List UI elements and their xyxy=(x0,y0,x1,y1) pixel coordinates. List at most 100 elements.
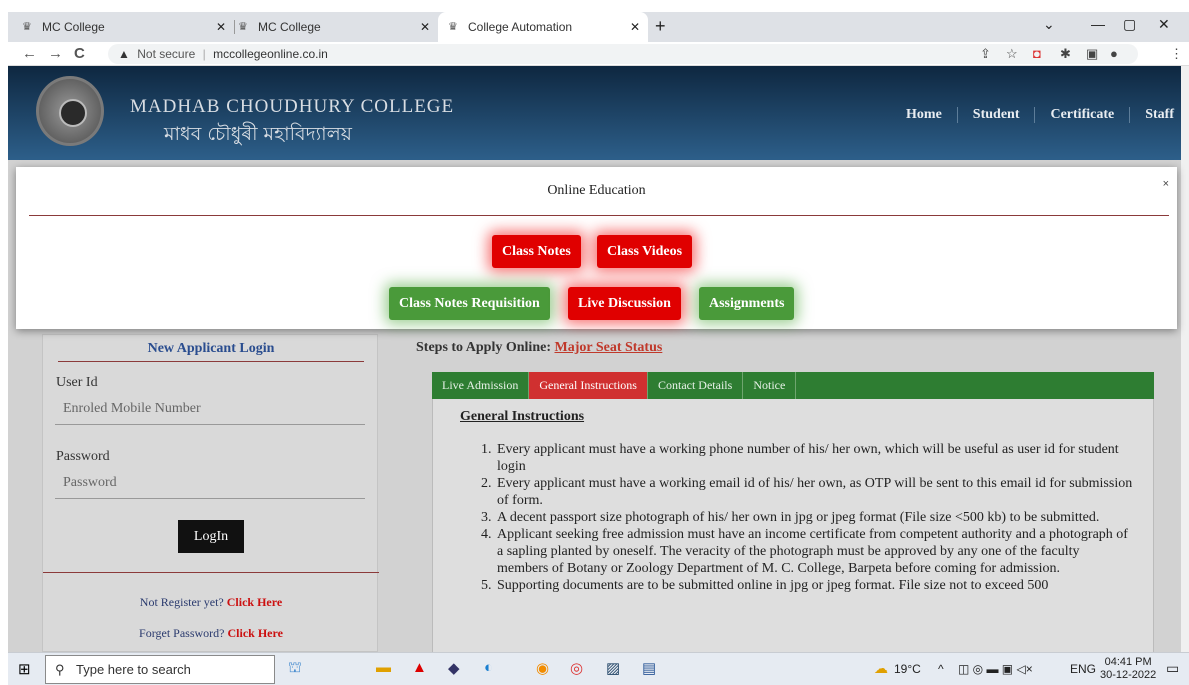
forgot-prompt: Forget Password? xyxy=(139,626,225,640)
search-icon: ⚲ xyxy=(55,662,65,677)
tab-title: MC College xyxy=(258,20,321,34)
forgot-password-text: Forget Password? Click Here xyxy=(43,626,379,641)
weather-icon[interactable]: ☁ xyxy=(874,660,888,677)
page-scrollbar[interactable] xyxy=(1181,66,1189,652)
edge-icon[interactable]: ◐ xyxy=(484,659,493,676)
class-videos-button[interactable]: Class Videos xyxy=(597,235,693,268)
class-notes-button[interactable]: Class Notes xyxy=(492,235,581,268)
instructions-list: Every applicant must have a working phon… xyxy=(495,441,1133,594)
windows-start-icon[interactable]: ⊞ xyxy=(18,660,31,678)
list-item: Supporting documents are to be submitted… xyxy=(495,577,1133,594)
steps-label: Steps to Apply Online: xyxy=(416,340,551,355)
major-seat-status-link[interactable]: Major Seat Status xyxy=(554,340,662,355)
browser-tab-bar: ♛ MC College ✕ ♛ MC College ✕ ♛ College … xyxy=(8,12,1189,42)
reload-icon[interactable]: C xyxy=(74,45,85,62)
browser-tab-3[interactable]: ♛ College Automation ✕ xyxy=(438,12,648,42)
password-input[interactable] xyxy=(55,467,365,499)
photos-icon[interactable]: ▨ xyxy=(606,659,620,677)
class-notes-requisition-button[interactable]: Class Notes Requisition xyxy=(389,287,550,320)
user-id-input[interactable] xyxy=(55,393,365,425)
chrome-icon[interactable]: ◎ xyxy=(570,659,583,677)
college-favicon-icon: ♛ xyxy=(22,21,32,33)
user-id-label: User Id xyxy=(56,375,98,390)
browser-tab-1[interactable]: ♛ MC College ✕ xyxy=(22,12,234,42)
profile-avatar-icon[interactable]: ● xyxy=(1110,46,1118,61)
list-item: A decent passport size photograph of his… xyxy=(495,509,1133,526)
close-tab-icon[interactable]: ✕ xyxy=(420,20,430,34)
system-clock[interactable]: 04:41 PM 30-12-2022 xyxy=(1100,656,1156,682)
college-name-bengali: মাধব চৌধুৰী মহাবিদ্যালয় xyxy=(164,123,352,145)
tray-icons[interactable]: ◫ ◎ ▬ ▣ ◁× xyxy=(958,662,1033,676)
list-item: Every applicant must have a working emai… xyxy=(495,475,1133,509)
modal-title: Online Education xyxy=(547,183,646,198)
instructions-title: General Instructions xyxy=(460,409,585,424)
new-tab-button[interactable]: + xyxy=(655,16,666,37)
search-highlight-icon[interactable]: ⛫ xyxy=(288,659,302,678)
steps-heading: Steps to Apply Online: Major Seat Status xyxy=(416,340,662,356)
divider xyxy=(29,215,1169,216)
windows-taskbar: ⊞ ⚲ Type here to search ⛫ ▬ ▲ ◆ ◐ ◉ ◎ ▨ … xyxy=(8,652,1189,685)
tab-title: College Automation xyxy=(468,20,573,34)
password-label: Password xyxy=(56,449,110,464)
divider xyxy=(58,361,364,362)
restore-button[interactable]: ▢ xyxy=(1123,16,1136,33)
extensions-puzzle-icon[interactable]: ✱ xyxy=(1060,46,1071,62)
side-panel-icon[interactable]: ▣ xyxy=(1086,46,1098,62)
clock-time: 04:41 PM xyxy=(1104,656,1152,668)
tab-general-instructions[interactable]: General Instructions xyxy=(529,372,648,399)
tab-list-icon[interactable]: ⌄ xyxy=(1043,16,1055,33)
close-icon[interactable]: × xyxy=(1163,178,1169,190)
notification-icon[interactable]: ▭ xyxy=(1166,660,1179,677)
nav-student[interactable]: Student xyxy=(956,107,1035,123)
share-icon[interactable]: ⇪ xyxy=(980,46,991,62)
warning-icon: ▲ xyxy=(118,47,130,61)
assignments-button[interactable]: Assignments xyxy=(699,287,795,320)
pocket-extension-icon[interactable]: ◘ xyxy=(1033,46,1041,61)
app-icon[interactable]: ◉ xyxy=(536,659,549,677)
temperature: 19°C xyxy=(894,662,921,676)
forward-arrow-icon[interactable]: → xyxy=(48,45,63,62)
tab-separator xyxy=(234,20,235,34)
browser-menu-icon[interactable]: ⋮ xyxy=(1170,46,1183,62)
word-icon[interactable]: ▤ xyxy=(642,659,656,677)
tab-notice[interactable]: Notice xyxy=(743,372,797,399)
live-discussion-button[interactable]: Live Discussion xyxy=(568,287,681,320)
back-arrow-icon[interactable]: ← xyxy=(22,45,37,62)
security-label: Not secure xyxy=(137,47,196,61)
list-item: Applicant seeking free admission must ha… xyxy=(495,526,1133,577)
divider xyxy=(43,572,379,573)
search-placeholder: Type here to search xyxy=(76,662,191,677)
online-education-modal: Online Education × Class Notes Class Vid… xyxy=(16,167,1177,329)
file-explorer-icon[interactable]: ▬ xyxy=(376,659,391,676)
tab-contact-details[interactable]: Contact Details xyxy=(648,372,744,399)
nav-home[interactable]: Home xyxy=(891,107,957,123)
register-prompt: Not Register yet? xyxy=(139,595,224,609)
clock-date: 30-12-2022 xyxy=(1100,669,1157,681)
url-text: mccollegeonline.co.in xyxy=(213,47,328,61)
college-logo xyxy=(36,76,104,146)
chevron-up-icon[interactable]: ^ xyxy=(938,662,944,676)
minimize-button[interactable]: — xyxy=(1091,16,1105,32)
nav-certificate[interactable]: Certificate xyxy=(1034,107,1129,123)
acrobat-icon[interactable]: ▲ xyxy=(412,659,427,676)
info-tabs: Live Admission General Instructions Cont… xyxy=(432,372,1154,399)
list-item: Every applicant must have a working phon… xyxy=(495,441,1133,475)
login-button[interactable]: LogIn xyxy=(178,520,244,553)
browser-tab-2[interactable]: ♛ MC College ✕ xyxy=(238,12,438,42)
close-tab-icon[interactable]: ✕ xyxy=(630,20,640,34)
college-favicon-icon: ♛ xyxy=(448,21,458,33)
register-link[interactable]: Click Here xyxy=(227,595,282,609)
forgot-password-link[interactable]: Click Here xyxy=(228,626,283,640)
register-text: Not Register yet? Click Here xyxy=(43,595,379,610)
app-icon[interactable]: ◆ xyxy=(448,659,460,677)
language-indicator[interactable]: ENG xyxy=(1070,662,1096,676)
bookmark-star-icon[interactable]: ☆ xyxy=(1006,46,1018,62)
tab-live-admission[interactable]: Live Admission xyxy=(432,372,530,399)
address-bar-row: ← → C ▲ Not secure | mccollegeonline.co.… xyxy=(8,42,1189,66)
taskbar-search-box[interactable]: ⚲ Type here to search xyxy=(45,655,275,684)
close-tab-icon[interactable]: ✕ xyxy=(216,20,226,34)
college-name-english: MADHAB CHOUDHURY COLLEGE xyxy=(130,96,455,117)
tab-title: MC College xyxy=(42,20,105,34)
divider: | xyxy=(202,47,206,61)
close-window-button[interactable]: ✕ xyxy=(1158,16,1170,33)
